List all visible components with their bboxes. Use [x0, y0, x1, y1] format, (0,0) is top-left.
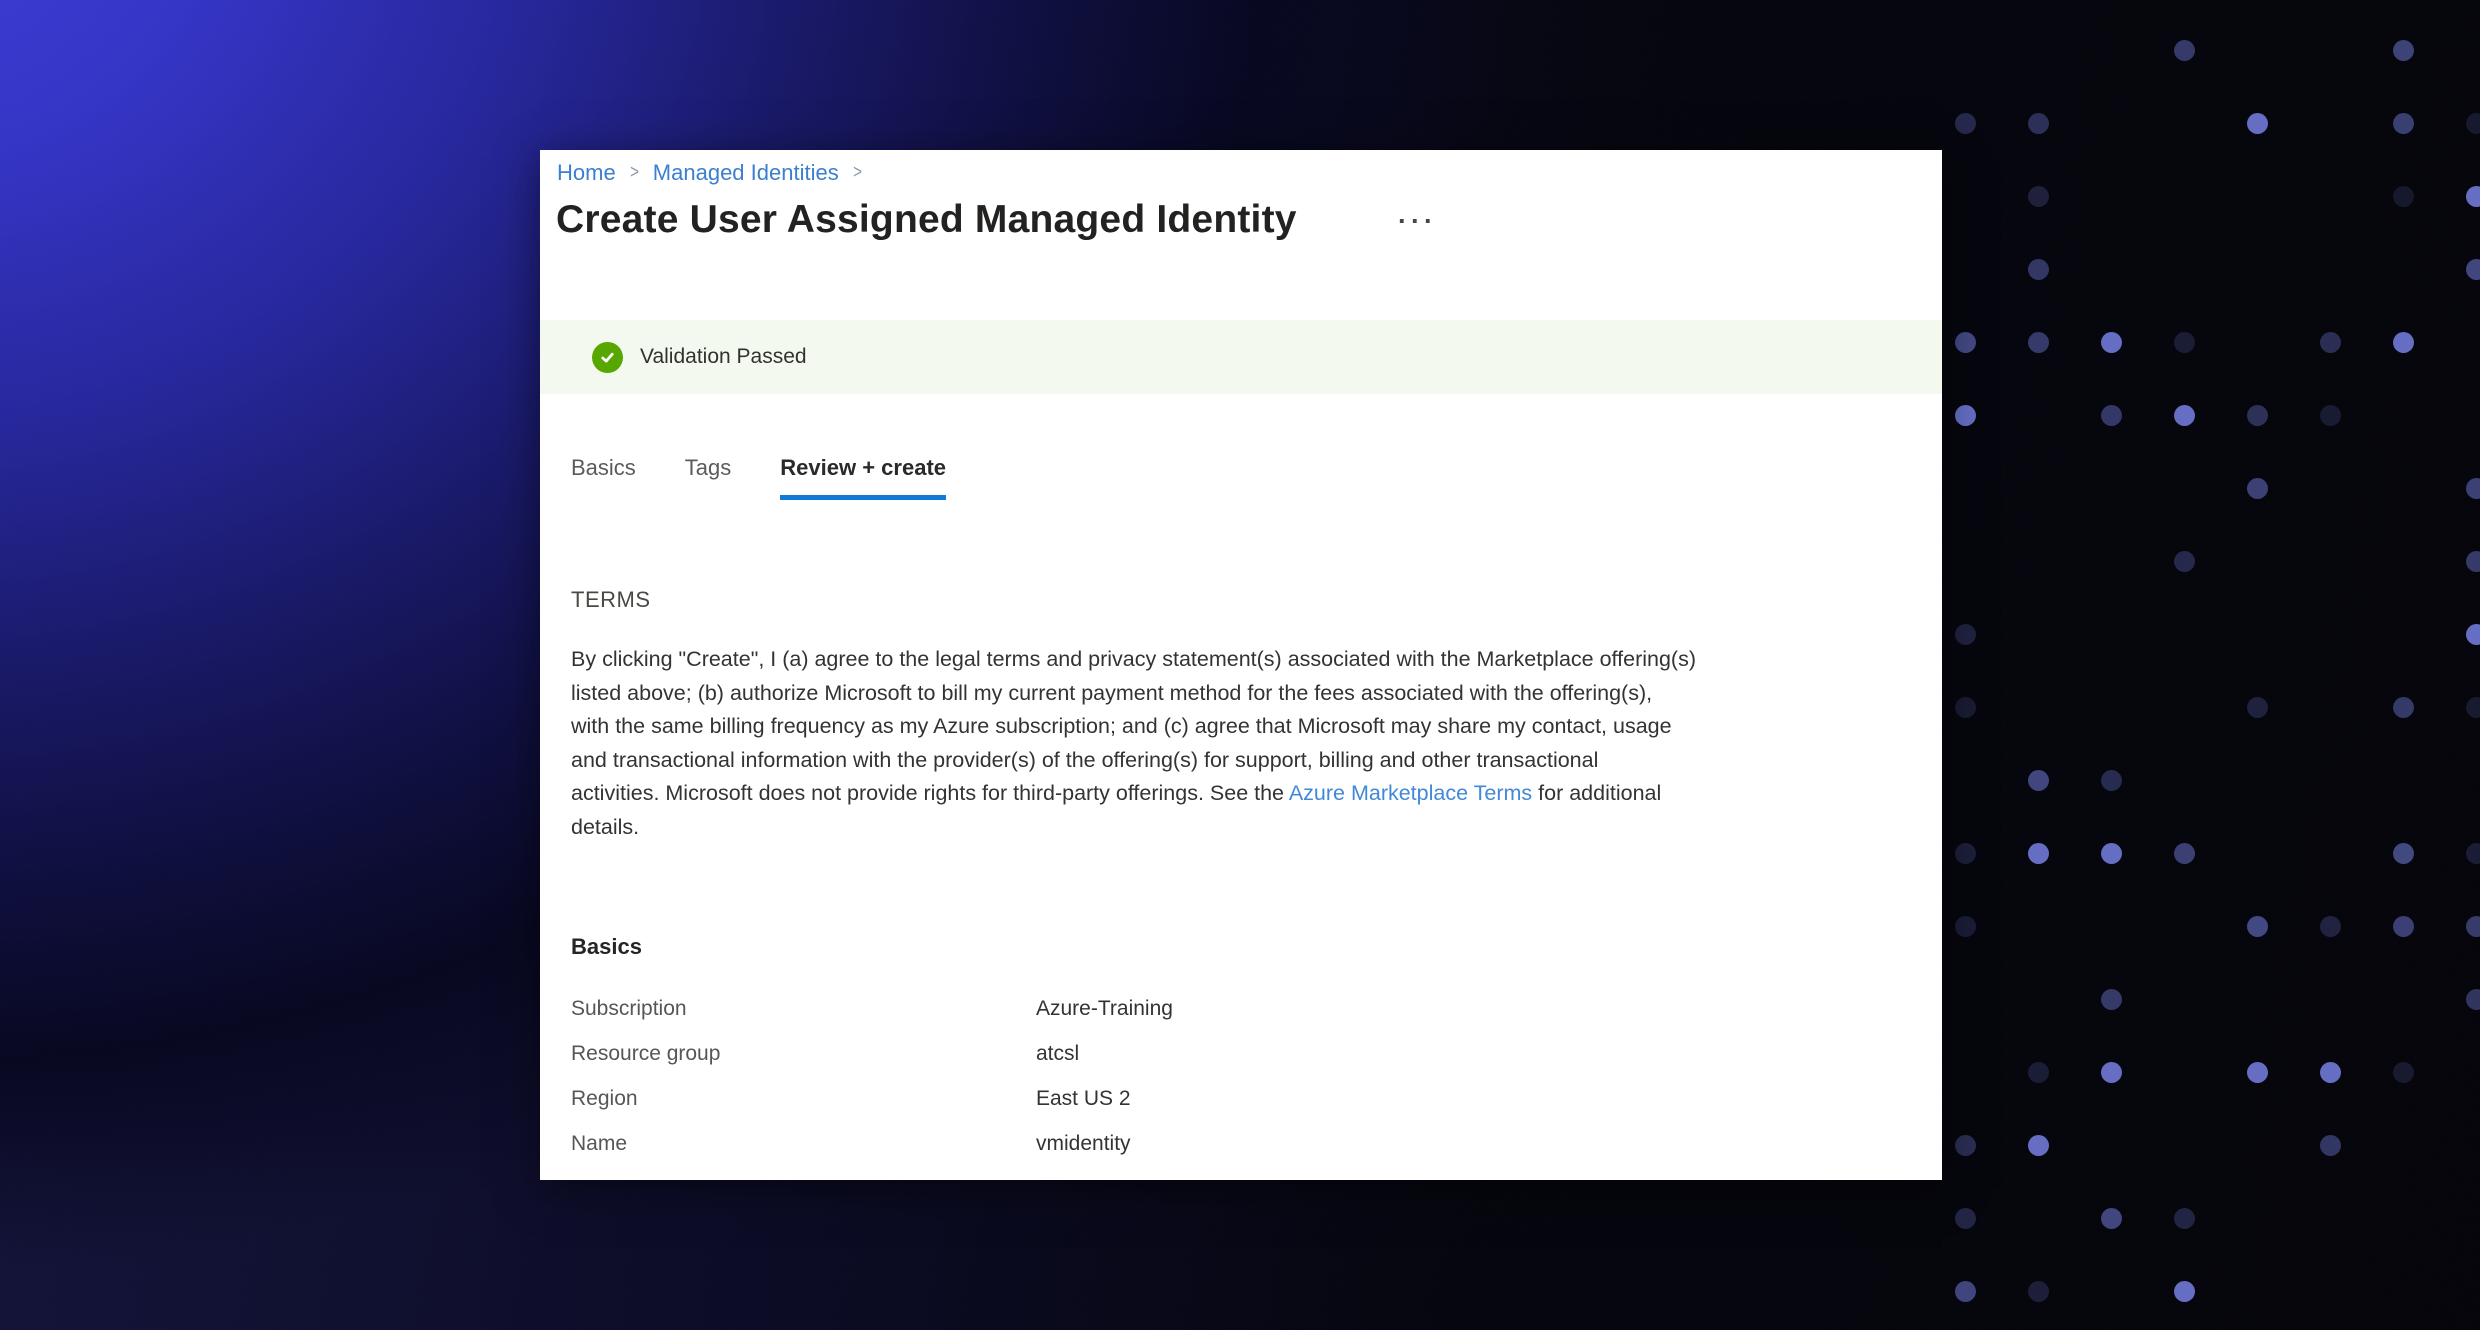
breadcrumb-separator-icon: >	[630, 158, 639, 188]
breadcrumb-separator-icon: >	[853, 158, 862, 188]
summary-value: vmidentity	[1036, 1132, 1131, 1156]
terms-line: By clicking "Create", I (a) agree to the…	[571, 643, 1861, 677]
summary-label: Region	[571, 1087, 1036, 1111]
summary-row-subscription: Subscription Azure-Training	[571, 986, 1861, 1031]
terms-line-text: activities. Microsoft does not provide r…	[571, 781, 1289, 805]
more-options-button[interactable]: ···	[1398, 206, 1437, 237]
terms-line: and transactional information with the p…	[571, 744, 1861, 778]
summary-label: Name	[571, 1132, 1036, 1156]
create-identity-panel: Home > Managed Identities > Create User …	[540, 150, 1942, 1180]
tab-bar: Basics Tags Review + create	[571, 455, 946, 500]
summary-value: East US 2	[1036, 1087, 1131, 1111]
tab-basics[interactable]: Basics	[571, 455, 636, 500]
breadcrumb-link-managed-identities[interactable]: Managed Identities	[653, 158, 839, 188]
terms-heading: TERMS	[571, 587, 651, 613]
summary-label: Subscription	[571, 997, 1036, 1021]
summary-row-name: Name vmidentity	[571, 1121, 1861, 1166]
page-title: Create User Assigned Managed Identity	[556, 198, 1297, 242]
validation-banner-text: Validation Passed	[640, 345, 807, 369]
desktop-background: { "colors": { "accent": "#0f7bd4", "link…	[0, 0, 2480, 1330]
terms-line-text: for additional	[1532, 781, 1661, 805]
summary-label: Resource group	[571, 1042, 1036, 1066]
terms-line: activities. Microsoft does not provide r…	[571, 777, 1861, 811]
tab-tags[interactable]: Tags	[685, 455, 731, 500]
breadcrumb-link-home[interactable]: Home	[557, 158, 616, 188]
summary-row-resource-group: Resource group atcsl	[571, 1031, 1861, 1076]
summary-value: atcsl	[1036, 1042, 1079, 1066]
validation-banner: Validation Passed	[540, 320, 1942, 394]
summary-value: Azure-Training	[1036, 997, 1173, 1021]
terms-paragraph: By clicking "Create", I (a) agree to the…	[571, 643, 1861, 844]
tab-review-create[interactable]: Review + create	[780, 455, 946, 500]
basics-section-heading: Basics	[571, 934, 642, 960]
terms-line: listed above; (b) authorize Microsoft to…	[571, 677, 1861, 711]
terms-line: details.	[571, 811, 1861, 845]
check-circle-icon	[592, 342, 623, 373]
terms-line: with the same billing frequency as my Az…	[571, 710, 1861, 744]
azure-marketplace-terms-link[interactable]: Azure Marketplace Terms	[1289, 781, 1532, 805]
breadcrumb: Home > Managed Identities >	[557, 158, 863, 188]
summary-row-region: Region East US 2	[571, 1076, 1861, 1121]
basics-summary-table: Subscription Azure-Training Resource gro…	[571, 986, 1861, 1166]
